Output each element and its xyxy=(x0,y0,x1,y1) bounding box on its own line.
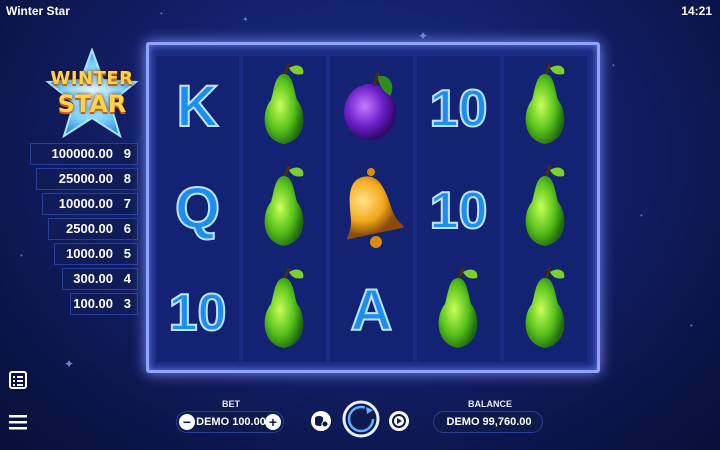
symbol-10-icon: 10 xyxy=(417,158,500,260)
pear-symbol-icon xyxy=(243,158,326,260)
sparkle-icon: • xyxy=(20,251,23,260)
balance-display: DEMO 99,760.00 xyxy=(433,411,543,433)
paytable-amount: 25000.00 xyxy=(58,171,113,186)
paytable-row: 2500.00 6 xyxy=(48,218,138,240)
top-bar: Winter Star 14:21 xyxy=(0,0,720,22)
reel-3: A xyxy=(330,56,413,362)
pear-symbol-icon xyxy=(504,260,587,362)
reel-2 xyxy=(243,56,326,362)
balance-value: DEMO 99,760.00 xyxy=(446,416,532,428)
symbol-10-icon: 10 xyxy=(156,260,239,362)
bet-increase-button[interactable]: + xyxy=(265,414,281,430)
symbol-k-icon: K xyxy=(156,56,239,158)
symbol-10-icon: 10 xyxy=(417,56,500,158)
sparkle-icon: • xyxy=(160,9,163,18)
reel-5 xyxy=(504,56,587,362)
reel-1: K Q 10 xyxy=(156,56,239,362)
svg-text:A: A xyxy=(351,278,393,343)
svg-text:10: 10 xyxy=(430,182,488,240)
logo-line-1: WINTER xyxy=(50,68,134,89)
bet-control: − DEMO 100.00 + xyxy=(176,411,284,433)
paytable-count: 9 xyxy=(123,146,131,161)
game-logo: WINTER STAR xyxy=(42,48,142,140)
paytable-info-icon[interactable] xyxy=(8,370,28,390)
bell-symbol-icon xyxy=(330,158,413,260)
paytable-row: 1000.00 5 xyxy=(54,243,138,265)
paytable-amount: 300.00 xyxy=(73,271,113,286)
paytable-amount: 1000.00 xyxy=(66,246,113,261)
paytable-row: 100.00 3 xyxy=(70,293,138,315)
balance-label: BALANCE xyxy=(468,399,512,409)
coin-stack-icon[interactable] xyxy=(310,410,332,432)
symbol-q-icon: Q xyxy=(156,158,239,260)
spin-button[interactable] xyxy=(342,400,380,438)
pear-symbol-icon xyxy=(504,56,587,158)
paytable-row: 25000.00 8 xyxy=(36,168,138,190)
sparkle-icon: ✦ xyxy=(64,357,75,371)
autoplay-icon[interactable] xyxy=(388,410,410,432)
pear-symbol-icon xyxy=(243,260,326,362)
paytable-count: 7 xyxy=(123,196,131,211)
reel-4: 10 10 xyxy=(417,56,500,362)
paytable-count: 3 xyxy=(123,296,131,311)
paytable-count: 6 xyxy=(123,221,131,236)
sparkle-icon: ✦ xyxy=(418,29,429,43)
clock: 14:21 xyxy=(681,4,712,18)
pear-symbol-icon xyxy=(417,260,500,362)
paytable-count: 4 xyxy=(123,271,131,286)
svg-text:Q: Q xyxy=(175,176,220,241)
logo-line-2: STAR xyxy=(57,90,127,118)
sparkle-icon: ✦ xyxy=(242,15,249,24)
sparkle-icon: • xyxy=(690,321,693,330)
bet-label: BET xyxy=(222,399,240,409)
paytable-row: 10000.00 7 xyxy=(42,193,138,215)
sparkle-icon: • xyxy=(612,61,615,70)
svg-text:10: 10 xyxy=(430,80,488,138)
paytable-row: 100000.00 9 xyxy=(30,143,138,165)
game-title: Winter Star xyxy=(6,4,70,18)
hamburger-menu-icon[interactable] xyxy=(8,412,28,432)
symbol-a-icon: A xyxy=(330,260,413,362)
paytable-count: 8 xyxy=(123,171,131,186)
pear-symbol-icon xyxy=(243,56,326,158)
sparkle-icon: • xyxy=(640,211,643,220)
pear-symbol-icon xyxy=(504,158,587,260)
paytable-row: 300.00 4 xyxy=(62,268,138,290)
paytable-amount: 100000.00 xyxy=(51,146,113,161)
svg-text:K: K xyxy=(177,74,219,139)
paytable-count: 5 xyxy=(123,246,131,261)
plum-symbol-icon xyxy=(330,56,413,158)
paytable-amount: 2500.00 xyxy=(66,221,113,236)
reel-grid: K Q 10 A 10 10 xyxy=(146,42,600,373)
paytable-amount: 100.00 xyxy=(73,296,113,311)
paytable-amount: 10000.00 xyxy=(58,196,113,211)
svg-text:10: 10 xyxy=(169,284,227,342)
